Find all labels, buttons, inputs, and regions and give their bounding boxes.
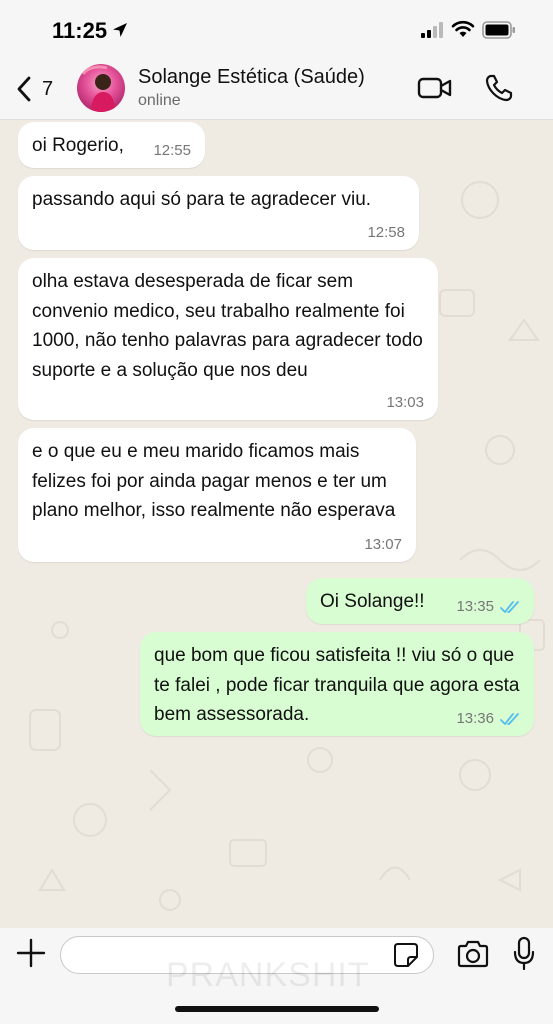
unread-count: 7 bbox=[42, 77, 54, 100]
message-bubble-outgoing[interactable]: que bom que ficou satisfeita !! viu só o… bbox=[140, 632, 534, 736]
double-check-read-icon bbox=[500, 713, 519, 725]
microphone-icon[interactable] bbox=[512, 936, 536, 972]
message-bubble-incoming[interactable]: olha estava desesperada de ficar sem con… bbox=[18, 258, 438, 420]
watermark-bottom: PRANKSHIT bbox=[166, 956, 370, 994]
plus-icon[interactable] bbox=[16, 938, 46, 968]
message-time: 12:58 bbox=[367, 224, 405, 241]
message-bubble-outgoing[interactable]: Oi Solange!! 13:35 bbox=[306, 578, 534, 624]
avatar-image bbox=[81, 65, 115, 112]
double-check-read-icon bbox=[500, 601, 519, 613]
message-time: 13:36 bbox=[456, 710, 494, 727]
video-call-icon[interactable] bbox=[417, 75, 453, 101]
message-time: 12:55 bbox=[153, 142, 191, 159]
home-indicator[interactable] bbox=[175, 1006, 379, 1012]
status-time: 11:25 bbox=[52, 18, 108, 43]
chat-area[interactable]: PRANKSHIT PRANKSHIT oi Rogerio, 12:55 pa… bbox=[0, 120, 553, 928]
message-bubble-incoming[interactable]: e o que eu e meu marido ficamos mais fel… bbox=[18, 428, 416, 562]
message-bubble-incoming[interactable]: oi Rogerio, 12:55 bbox=[18, 122, 205, 168]
battery-icon bbox=[482, 21, 515, 39]
message-text: e o que eu e meu marido ficamos mais fel… bbox=[32, 441, 396, 521]
chat-header: 7 Solange Estética (Saúde) online bbox=[0, 58, 553, 120]
contact-name[interactable]: Solange Estética (Saúde) bbox=[138, 66, 365, 89]
status-bar: 11:25 bbox=[0, 0, 553, 58]
contact-status: online bbox=[138, 92, 181, 109]
cellular-signal-icon bbox=[421, 22, 443, 38]
message-text: passando aqui só para te agradecer viu. bbox=[32, 189, 372, 210]
location-arrow-icon bbox=[113, 23, 127, 37]
message-text: olha estava desesperada de ficar sem con… bbox=[32, 271, 423, 381]
message-time: 13:03 bbox=[386, 394, 424, 411]
back-chevron-icon bbox=[17, 76, 31, 102]
wifi-icon bbox=[451, 20, 475, 37]
message-bubble-incoming[interactable]: passando aqui só para te agradecer viu. … bbox=[18, 176, 419, 250]
avatar[interactable] bbox=[77, 64, 125, 112]
sticker-icon[interactable] bbox=[393, 942, 419, 968]
message-time: 13:35 bbox=[456, 598, 494, 615]
back-button[interactable]: 7 bbox=[16, 72, 72, 106]
camera-icon[interactable] bbox=[456, 940, 490, 968]
message-time: 13:07 bbox=[364, 536, 402, 553]
voice-call-icon[interactable] bbox=[484, 73, 514, 103]
